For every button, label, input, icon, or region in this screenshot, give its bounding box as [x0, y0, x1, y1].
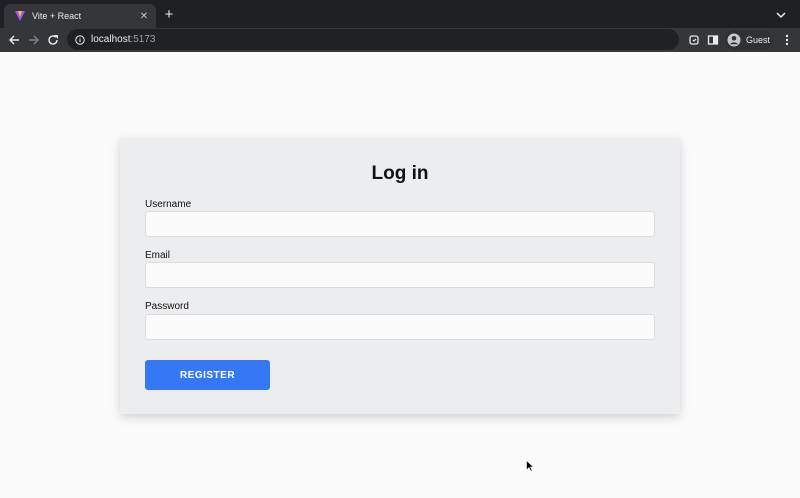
url-host: localhost — [91, 34, 131, 45]
vite-favicon-icon — [14, 10, 26, 22]
reload-icon[interactable] — [45, 32, 61, 48]
extensions-icon[interactable] — [686, 32, 702, 48]
email-label: Email — [145, 250, 171, 261]
chevron-down-icon[interactable] — [776, 8, 786, 20]
username-field[interactable] — [145, 211, 655, 237]
profile-avatar-icon — [727, 33, 741, 47]
page-title: Log in — [371, 163, 429, 184]
mouse-cursor-icon — [526, 459, 535, 472]
url-text: localhost:5173 — [91, 34, 156, 45]
profile-name: Guest — [746, 35, 771, 45]
close-icon[interactable]: ✕ — [136, 11, 152, 22]
password-field[interactable] — [145, 314, 655, 340]
side-panel-icon[interactable] — [705, 32, 721, 48]
url-port: :5173 — [130, 34, 156, 45]
password-label: Password — [145, 301, 189, 312]
email-field[interactable] — [145, 262, 655, 288]
plus-icon[interactable]: + — [161, 6, 177, 24]
info-icon[interactable] — [75, 34, 85, 45]
forward-arrow-icon[interactable] — [26, 32, 42, 48]
browser-toolbar: localhost:5173 Guest — [0, 28, 800, 52]
tab-title: Vite + React — [32, 11, 82, 21]
tab-strip: Vite + React ✕ + — [0, 0, 800, 28]
browser-tab[interactable]: Vite + React ✕ — [4, 4, 156, 28]
kebab-menu-icon[interactable] — [779, 32, 795, 48]
register-button[interactable]: REGISTER — [145, 360, 270, 390]
profile-button[interactable]: Guest — [725, 30, 773, 50]
address-bar[interactable]: localhost:5173 — [67, 29, 679, 50]
username-label: Username — [145, 199, 192, 210]
back-arrow-icon[interactable] — [6, 32, 22, 48]
